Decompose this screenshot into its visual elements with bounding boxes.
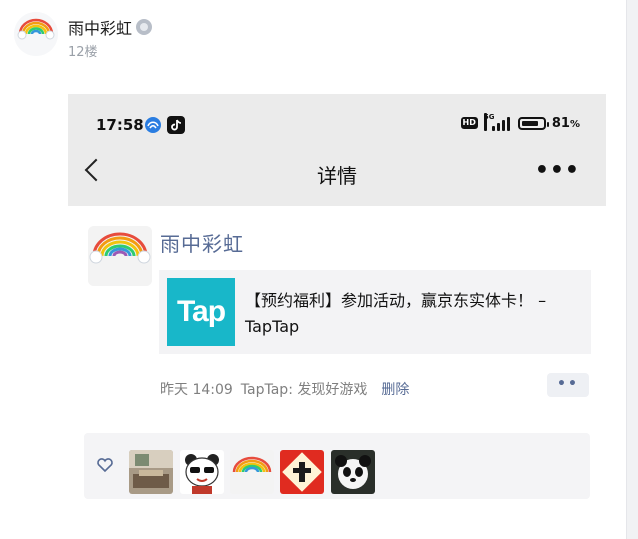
battery-percent: 81: [551, 115, 570, 131]
link-title: 【预约福利】参加活动，赢京东实体卡！ – TapTap: [245, 291, 547, 336]
rainbow-avatar-icon: [230, 450, 274, 494]
delete-link[interactable]: 删除: [381, 379, 409, 399]
fu-blessing-icon: [280, 450, 324, 494]
status-and-nav-bar: [68, 94, 606, 206]
link-card[interactable]: Tap 【预约福利】参加活动，赢京东实体卡！ – TapTap: [159, 270, 591, 354]
liker-avatar[interactable]: [129, 450, 173, 494]
battery-icon: [517, 116, 549, 130]
liker-avatar[interactable]: [331, 450, 375, 494]
status-time: 17:58: [96, 116, 144, 134]
comment-like-button[interactable]: ••: [547, 373, 589, 397]
panda-photo-icon: [331, 450, 375, 494]
signal-icon: 5G: [483, 113, 512, 131]
more-icon[interactable]: •••: [535, 160, 580, 182]
heart-icon: [97, 458, 113, 473]
liker-avatar[interactable]: [180, 450, 224, 494]
page-title: 详情: [317, 164, 357, 188]
moment-meta: 昨天 14:09 TapTap: 发现好游戏 删除: [160, 379, 409, 399]
moment-author[interactable]: 雨中彩虹: [160, 228, 244, 257]
moment-author-avatar[interactable]: [88, 226, 152, 286]
battery-unit: %: [569, 118, 580, 130]
embedded-screenshot: 17:58 HD 5G 81% 详情 ••• 雨中彩虹 Tap 【预约福利】参加…: [68, 94, 606, 539]
post-author-name[interactable]: 雨中彩虹: [68, 15, 132, 39]
status-right: HD 5G 81%: [460, 113, 580, 131]
liker-avatar[interactable]: [280, 450, 324, 494]
post-floor: 12楼: [68, 45, 98, 60]
tiktok-icon: [167, 116, 185, 134]
post-author[interactable]: 雨中彩虹: [68, 15, 153, 39]
room-photo-icon: [129, 450, 173, 494]
battery-text: 81%: [552, 116, 580, 131]
scrollbar-gutter: [626, 0, 638, 539]
rainbow-avatar-icon: [14, 12, 58, 56]
moment-time: 昨天 14:09: [160, 382, 233, 398]
panda-sticker-icon: [180, 450, 224, 494]
moment-source[interactable]: TapTap: 发现好游戏: [241, 379, 368, 399]
rainbow-avatar-icon: [88, 226, 152, 286]
liker-avatar[interactable]: [230, 450, 274, 494]
hd-badge: HD: [460, 117, 478, 129]
wechat-icon: [145, 117, 161, 133]
likes-area: [84, 433, 590, 499]
network-label: 5G: [483, 113, 495, 131]
taptap-logo: Tap: [167, 278, 235, 346]
verified-icon: [136, 19, 153, 35]
post-author-avatar[interactable]: [14, 12, 58, 56]
